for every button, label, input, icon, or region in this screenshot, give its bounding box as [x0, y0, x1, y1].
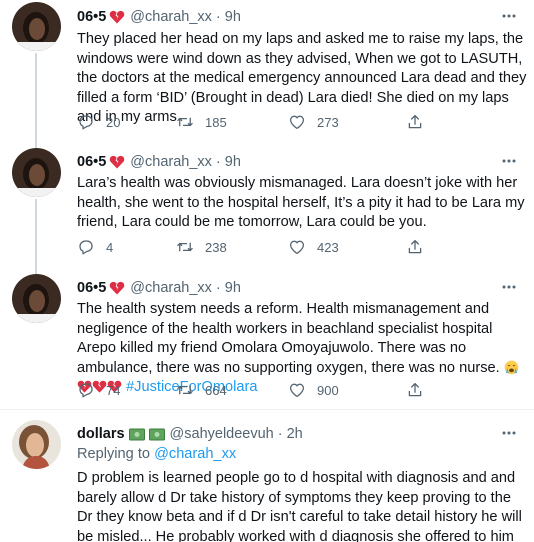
share-icon	[408, 382, 422, 397]
display-name[interactable]: 06•5	[77, 152, 106, 172]
like-count: 273	[317, 114, 339, 130]
retweet-icon	[177, 385, 193, 395]
timestamp[interactable]: 9h	[225, 7, 241, 27]
share-button[interactable]	[406, 380, 424, 400]
avatar[interactable]	[12, 148, 61, 197]
reply-icon	[79, 115, 93, 130]
retweet-count: 664	[205, 382, 227, 398]
tweet-actions: 74 664 900	[77, 380, 457, 400]
more-options-icon[interactable]	[501, 425, 517, 441]
reply-icon	[79, 240, 93, 255]
more-options-icon[interactable]	[501, 8, 517, 24]
replying-to-label: Replying to	[77, 446, 151, 462]
reply-count: 4	[106, 239, 114, 255]
like-button[interactable]: 423	[288, 237, 339, 257]
tweet-header: 06•5 @charah_xx · 9h	[77, 152, 241, 172]
avatar[interactable]	[12, 420, 61, 469]
broken-heart-icon	[110, 281, 125, 295]
tweet-actions: 4 238 423	[77, 237, 457, 257]
display-name[interactable]: dollars	[77, 424, 125, 444]
separator-dot: ·	[215, 9, 221, 25]
retweet-count: 238	[205, 239, 227, 255]
retweet-button[interactable]: 238	[176, 237, 227, 257]
more-options-icon[interactable]	[501, 153, 517, 169]
tweet-text: D problem is learned people go to d hosp…	[77, 470, 522, 542]
share-icon	[408, 114, 422, 129]
broken-heart-icon	[110, 155, 125, 169]
separator-dot: ·	[277, 426, 283, 442]
like-button[interactable]: 273	[288, 112, 339, 132]
tweet-header: dollars @sahyeldeevuh · 2h	[77, 424, 303, 444]
user-handle[interactable]: @charah_xx	[130, 7, 212, 27]
replying-to-mention[interactable]: @charah_xx	[154, 446, 236, 462]
replying-to-line: Replying to @charah_xx	[77, 445, 527, 465]
user-handle[interactable]: @sahyeldeevuh	[170, 424, 274, 444]
separator-dot: ·	[215, 280, 221, 296]
tweet-actions: 20 185 273	[77, 112, 457, 132]
crying-face-emoji-icon	[504, 360, 519, 374]
retweet-icon	[177, 117, 193, 127]
broken-heart-icon	[110, 10, 125, 24]
retweet-icon	[177, 242, 193, 252]
share-icon	[408, 239, 422, 254]
timestamp[interactable]: 9h	[225, 278, 241, 298]
share-button[interactable]	[406, 237, 424, 257]
tweet-header: 06•5 @charah_xx · 9h	[77, 7, 241, 27]
more-options-icon[interactable]	[501, 279, 517, 295]
user-handle[interactable]: @charah_xx	[130, 152, 212, 172]
tweet[interactable]: 06•5 @charah_xx · 9h They placed her hea…	[0, 0, 534, 140]
like-heart-icon	[289, 115, 305, 130]
retweet-count: 185	[205, 114, 227, 130]
avatar[interactable]	[12, 274, 61, 323]
reply-button[interactable]: 4	[77, 237, 113, 257]
reply-count: 20	[106, 114, 121, 130]
like-heart-icon	[289, 240, 305, 255]
tweet[interactable]: 06•5 @charah_xx · 9h Lara’s health was o…	[0, 145, 534, 270]
tweet-header: 06•5 @charah_xx · 9h	[77, 278, 241, 298]
timestamp[interactable]: 2h	[287, 424, 303, 444]
reply-button[interactable]: 74	[77, 380, 120, 400]
reply-icon	[79, 383, 93, 398]
display-name[interactable]: 06•5	[77, 278, 106, 298]
timestamp[interactable]: 9h	[225, 152, 241, 172]
money-bill-icon	[148, 428, 165, 440]
money-bill-icon	[128, 428, 145, 440]
retweet-button[interactable]: 185	[176, 112, 227, 132]
user-handle[interactable]: @charah_xx	[130, 278, 212, 298]
share-button[interactable]	[406, 112, 424, 132]
avatar[interactable]	[12, 2, 61, 51]
tweet-text: The health system needs a reform. Health…	[77, 301, 500, 376]
separator-dot: ·	[215, 154, 221, 170]
tweet-text: Lara’s health was obviously mismanaged. …	[77, 175, 525, 230]
display-name[interactable]: 06•5	[77, 7, 106, 27]
tweet-divider	[0, 409, 534, 410]
reply-button[interactable]: 20	[77, 112, 120, 132]
retweet-button[interactable]: 664	[176, 380, 227, 400]
like-heart-icon	[289, 383, 305, 398]
like-count: 900	[317, 382, 339, 398]
tweet[interactable]: 06•5 @charah_xx · 9h The health system n…	[0, 271, 534, 406]
like-button[interactable]: 900	[288, 380, 339, 400]
tweet[interactable]: dollars @sahyeldeevuh · 2h Replying to @…	[0, 417, 534, 542]
like-count: 423	[317, 239, 339, 255]
reply-count: 74	[106, 382, 121, 398]
